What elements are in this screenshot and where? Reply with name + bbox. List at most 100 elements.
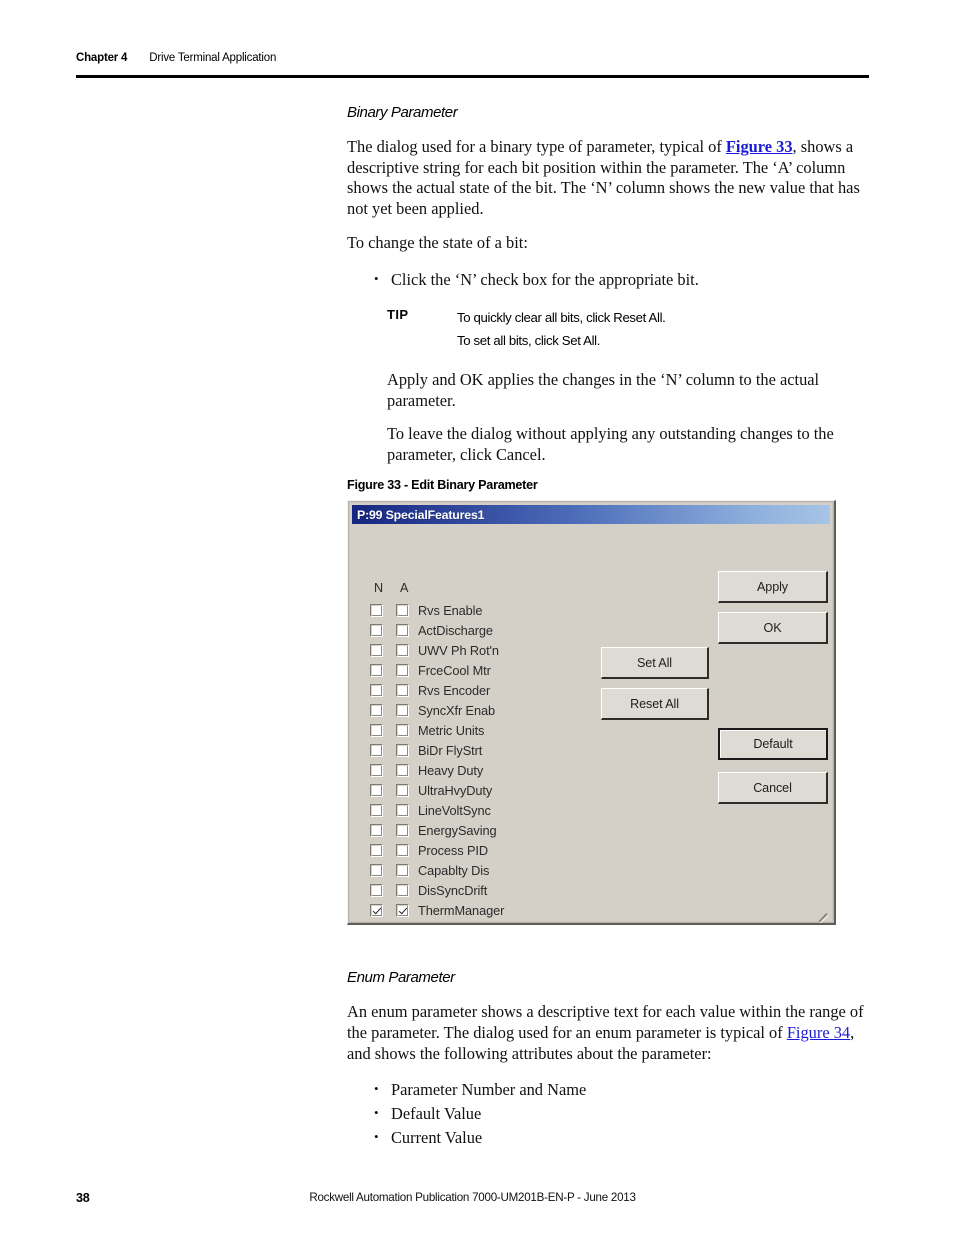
bit-row: UWV Ph Rot'n (370, 640, 504, 660)
bit-row: Metric Units (370, 720, 504, 740)
tip-label: TIP (387, 306, 409, 322)
bit-checkbox-n[interactable] (370, 823, 383, 837)
bit-checkbox-n[interactable] (370, 903, 383, 917)
figure-33-caption: Figure 33 - Edit Binary Parameter (347, 478, 538, 493)
header-row: Chapter 4 Drive Terminal Application (76, 52, 869, 64)
bit-checkbox-a[interactable] (396, 823, 409, 837)
bit-label: SyncXfr Enab (418, 702, 496, 718)
tip-body: To quickly clear all bits, click Reset A… (457, 306, 666, 352)
resize-grip-icon[interactable] (814, 903, 828, 923)
bit-label: LineVoltSync (418, 802, 491, 818)
bit-row: ThermManager (370, 900, 504, 920)
section-heading-binary-parameter: Binary Parameter (347, 104, 458, 121)
bit-checkbox-n[interactable] (370, 703, 383, 717)
chapter-label: Chapter 4 (76, 52, 128, 64)
binary-paragraph-1: The dialog used for a binary type of par… (347, 137, 877, 219)
bit-row: DisSyncDrift (370, 880, 504, 900)
bit-checkbox-n[interactable] (370, 683, 383, 697)
bit-label: Rvs Enable (418, 602, 483, 618)
bit-checkbox-n[interactable] (370, 663, 383, 677)
bit-checkbox-a[interactable] (396, 603, 409, 617)
bit-checkbox-a[interactable] (396, 843, 409, 857)
bit-checkbox-n[interactable] (370, 623, 383, 637)
column-header-n: N (374, 581, 384, 596)
bit-row: BiDr FlyStrt (370, 740, 504, 760)
bit-row: ActDischarge (370, 620, 504, 640)
bit-checkbox-n[interactable] (370, 763, 383, 777)
apply-button[interactable]: Apply (718, 571, 828, 604)
bit-label: UWV Ph Rot'n (418, 642, 499, 658)
bit-row: EnergySaving (370, 820, 504, 840)
page-footer: 38 Rockwell Automation Publication 7000-… (76, 1191, 869, 1205)
bit-row: SyncXfr Enab (370, 700, 504, 720)
bit-checkbox-a[interactable] (396, 623, 409, 637)
bit-checkbox-n[interactable] (370, 743, 383, 757)
bit-checkbox-a[interactable] (396, 783, 409, 797)
reset-all-button[interactable]: Reset All (601, 688, 709, 721)
bit-checkbox-a[interactable] (396, 743, 409, 757)
enum-bullet-list: Parameter Number and NameDefault ValueCu… (347, 1077, 877, 1150)
bit-checkbox-n[interactable] (370, 863, 383, 877)
enum-paragraph-1: An enum parameter shows a descriptive te… (347, 1002, 877, 1064)
binary-paragraph-2: To change the state of a bit: (347, 233, 528, 253)
dialog-client-area: N A Rvs Enable ActDischarge UWV Ph Rot'n Fr… (352, 525, 830, 923)
ok-button[interactable]: OK (718, 612, 828, 645)
bit-checkbox-n[interactable] (370, 843, 383, 857)
bit-checkbox-a[interactable] (396, 763, 409, 777)
bit-label: ThermManager (418, 902, 505, 918)
bit-checkbox-a[interactable] (396, 683, 409, 697)
page-header: Chapter 4 Drive Terminal Application (76, 52, 869, 78)
bit-label: EnergySaving (418, 822, 497, 838)
figure-33-link[interactable]: Figure 33 (726, 137, 793, 156)
bit-row: Heavy Duty (370, 760, 504, 780)
binary-bullet-list: Click the ‘N’ check box for the appropri… (347, 267, 877, 292)
bit-label: Rvs Encoder (418, 682, 491, 698)
content-column: Binary Parameter The dialog used for a b… (347, 104, 877, 1162)
bit-checkbox-a[interactable] (396, 723, 409, 737)
bit-row: LineVoltSync (370, 800, 504, 820)
bit-checkbox-a[interactable] (396, 663, 409, 677)
bit-checkbox-n[interactable] (370, 803, 383, 817)
bit-checkbox-a[interactable] (396, 703, 409, 717)
list-item: Click the ‘N’ check box for the appropri… (374, 267, 877, 292)
set-all-button[interactable]: Set All (601, 647, 709, 680)
bit-checkbox-a[interactable] (396, 903, 409, 917)
column-header-a: A (400, 581, 409, 596)
cancel-button[interactable]: Cancel (718, 772, 828, 805)
list-item: Parameter Number and Name (374, 1077, 877, 1102)
default-button[interactable]: Default (718, 728, 828, 761)
dialog-titlebar[interactable]: P:99 SpecialFeatures1 (352, 505, 830, 525)
bit-label: DisSyncDrift (418, 882, 488, 898)
bit-row: Process PID (370, 840, 504, 860)
section-heading-enum-parameter: Enum Parameter (347, 969, 455, 987)
bit-checkbox-a[interactable] (396, 803, 409, 817)
bit-checkbox-a[interactable] (396, 643, 409, 657)
publication-line: Rockwell Automation Publication 7000-UM2… (309, 1191, 636, 1204)
bit-label: FrceCool Mtr (418, 662, 491, 678)
bit-checkbox-n[interactable] (370, 883, 383, 897)
bit-checkbox-a[interactable] (396, 863, 409, 877)
binary-paragraph-3: Apply and OK applies the changes in the … (387, 369, 820, 410)
bit-label: UltraHvyDuty (418, 782, 493, 798)
figure-34-link[interactable]: Figure 34 (787, 1023, 850, 1042)
bit-row: Rvs Enable (370, 600, 504, 620)
bit-label: Capablty Dis (418, 862, 490, 878)
bit-label: Heavy Duty (418, 762, 484, 778)
binary-paragraph-4: To leave the dialog without applying any… (387, 424, 834, 464)
bit-checkbox-n[interactable] (370, 783, 383, 797)
tip-block: TIP To quickly clear all bits, click Res… (347, 306, 877, 352)
bit-label: ActDischarge (418, 622, 493, 638)
bit-row: UltraHvyDuty (370, 780, 504, 800)
bit-checkbox-a[interactable] (396, 883, 409, 897)
tip-line-1: To quickly clear all bits, click Reset A… (457, 309, 666, 325)
bit-checkbox-n[interactable] (370, 603, 383, 617)
bit-checkbox-n[interactable] (370, 643, 383, 657)
bit-label: Process PID (418, 842, 489, 858)
bit-row: FrceCool Mtr (370, 660, 504, 680)
bit-row: Capablty Dis (370, 860, 504, 880)
bit-checkbox-list: Rvs Enable ActDischarge UWV Ph Rot'n FrceCo… (370, 600, 504, 920)
list-item: Current Value (374, 1125, 877, 1150)
tip-line-2: To set all bits, click Set All. (457, 332, 601, 348)
edit-binary-parameter-dialog[interactable]: P:99 SpecialFeatures1 N A Rvs Enable ActD… (347, 500, 836, 926)
bit-checkbox-n[interactable] (370, 723, 383, 737)
